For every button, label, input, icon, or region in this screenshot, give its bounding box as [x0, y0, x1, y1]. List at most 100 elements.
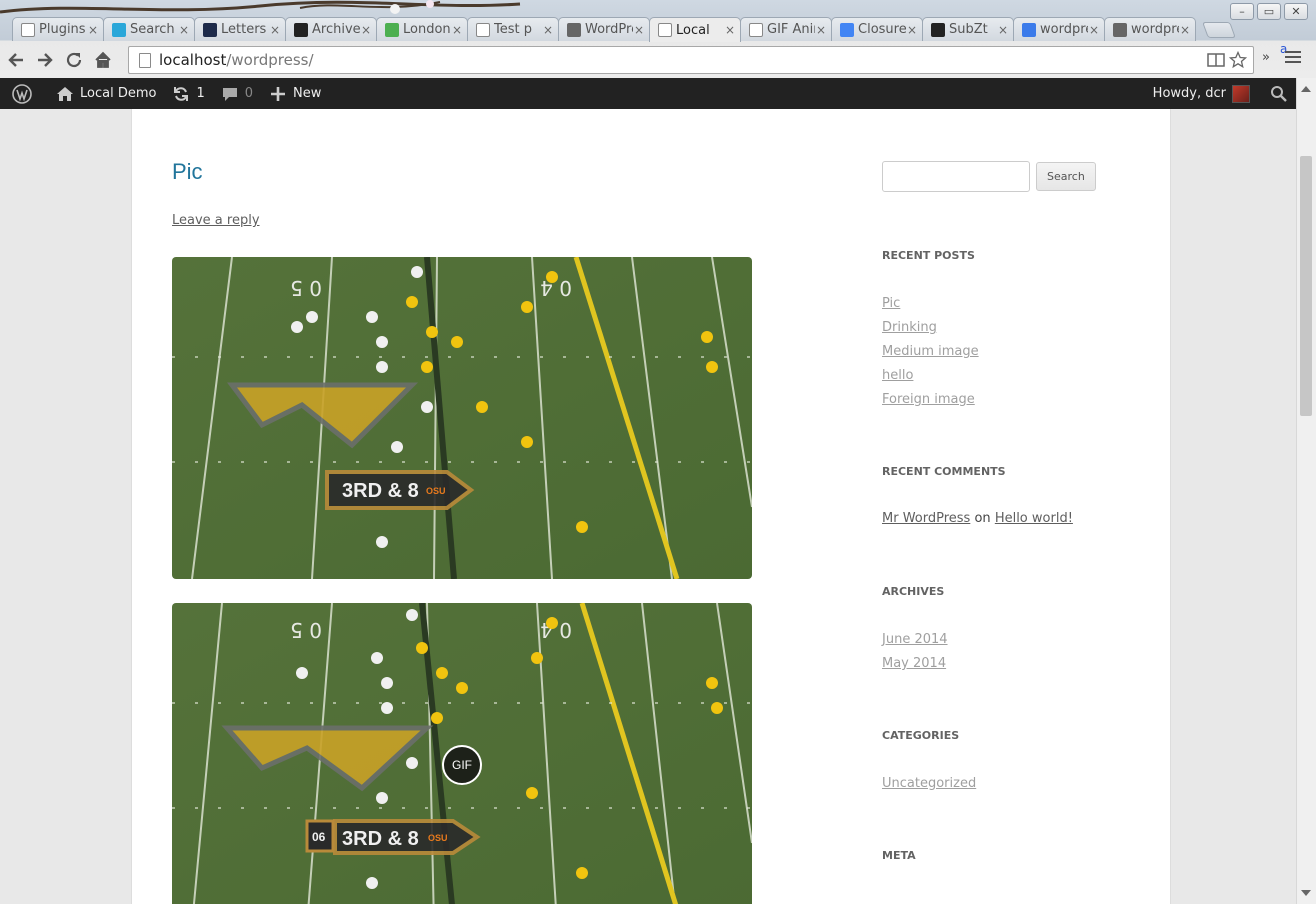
browser-tab[interactable]: Archive ×: [285, 17, 377, 41]
browser-tab-active[interactable]: Local ×: [649, 17, 741, 42]
recent-post-link[interactable]: Pic: [882, 296, 900, 311]
tab-title: GIF Animator: [767, 22, 815, 37]
search-widget: Search: [882, 161, 1102, 192]
address-bar[interactable]: localhost/wordpress/: [128, 46, 1254, 74]
archive-link[interactable]: June 2014: [882, 632, 948, 647]
sidebar: Search RECENT POSTS Pic Drinking Medium im…: [882, 161, 1102, 862]
updates-link[interactable]: 1: [164, 78, 212, 109]
tab-close-icon[interactable]: ×: [542, 23, 554, 37]
tab-title: London: [403, 22, 451, 37]
ai-icon: [112, 22, 126, 37]
reader-mode-icon[interactable]: [1207, 51, 1225, 69]
tab-close-icon[interactable]: ×: [815, 23, 827, 37]
tab-close-icon[interactable]: ×: [451, 23, 463, 37]
maximize-button[interactable]: ▭: [1257, 3, 1281, 20]
tab-title: Local: [676, 22, 710, 38]
tab-close-icon[interactable]: ×: [269, 23, 281, 37]
tab-close-icon[interactable]: ×: [360, 23, 372, 37]
browser-tab[interactable]: WordPress×: [558, 17, 650, 41]
minimize-button[interactable]: –: [1230, 3, 1254, 20]
recent-post-link[interactable]: hello: [882, 368, 913, 383]
archives-list: June 2014 May 2014: [882, 631, 948, 679]
plus-icon: [271, 86, 286, 101]
wordpress-logo-button[interactable]: [0, 78, 40, 109]
archives-title: ARCHIVES: [882, 585, 945, 598]
browser-tab[interactable]: Letters ×: [194, 17, 286, 41]
site-name-link[interactable]: Local Demo: [48, 78, 164, 109]
post-title-link[interactable]: Pic: [172, 159, 203, 185]
wp-admin-bar: Local Demo 1 0 New Howdy, dcr: [0, 78, 1296, 109]
tab-strip: Plugins × Search × Letters × Archive × London × Te…: [12, 17, 1236, 42]
svg-text:0 5: 0 5: [290, 618, 322, 642]
comments-link[interactable]: 0: [213, 78, 261, 109]
bookmark-star-icon[interactable]: [1229, 51, 1247, 69]
svg-text:OSU: OSU: [428, 833, 448, 843]
reload-button[interactable]: [61, 47, 87, 73]
tab-close-icon[interactable]: ×: [1179, 23, 1191, 37]
recent-post-link[interactable]: Drinking: [882, 320, 937, 335]
post-image-2-gif[interactable]: 0 5 0 4 06 3RD & 8 OSU GIF: [172, 603, 752, 904]
comment-post-link[interactable]: Hello world!: [995, 511, 1073, 526]
browser-tab[interactable]: Plugins ×: [12, 17, 104, 41]
category-link[interactable]: Uncategorized: [882, 776, 976, 791]
recent-post-link[interactable]: Foreign image: [882, 392, 975, 407]
sidebar-search-input[interactable]: [882, 161, 1030, 192]
browser-tab[interactable]: wordpress×: [1104, 17, 1196, 41]
tab-close-icon[interactable]: ×: [997, 23, 1009, 37]
browser-tab[interactable]: Search ×: [103, 17, 195, 41]
browser-tab[interactable]: Test p ×: [467, 17, 559, 41]
site-page: Pic Leave a reply 0 5 0 4 3RD & 8 OSU 0 …: [131, 109, 1171, 904]
list-item: June 2014: [882, 631, 948, 655]
home-button[interactable]: [90, 47, 116, 73]
scroll-down-arrow-icon[interactable]: [1301, 890, 1311, 896]
tab-close-icon[interactable]: ×: [633, 23, 645, 37]
tab-close-icon[interactable]: ×: [87, 23, 99, 37]
scroll-thumb[interactable]: [1300, 156, 1312, 416]
wordpress-logo-icon: [12, 83, 32, 104]
scroll-up-arrow-icon[interactable]: [1301, 86, 1311, 92]
football-field-image: 0 5 0 4 3RD & 8 OSU: [172, 257, 752, 579]
browser-tab[interactable]: Closure ×: [831, 17, 923, 41]
browser-tab[interactable]: wordpress×: [1013, 17, 1105, 41]
back-arrow-icon: [8, 53, 23, 67]
svg-text:3RD & 8: 3RD & 8: [342, 480, 419, 502]
leave-reply-link[interactable]: Leave a reply: [172, 213, 260, 228]
extensions-overflow-button[interactable]: »: [1262, 50, 1270, 65]
recent-comment-item: Mr WordPress on Hello world!: [882, 511, 1073, 526]
sidebar-search-button[interactable]: Search: [1036, 162, 1096, 191]
forward-button[interactable]: [32, 47, 58, 73]
gif-play-badge[interactable]: GIF: [442, 745, 482, 785]
back-button[interactable]: [3, 47, 29, 73]
tab-title: SubZt: [949, 22, 988, 37]
archive-link[interactable]: May 2014: [882, 656, 946, 671]
browser-tab[interactable]: London ×: [376, 17, 468, 41]
window-controls: – ▭ ✕: [1230, 3, 1308, 20]
new-tab-button[interactable]: [1202, 22, 1236, 38]
admin-bar-search-button[interactable]: [1258, 78, 1296, 109]
tab-title: Archive: [312, 22, 360, 37]
comment-author-link[interactable]: Mr WordPress: [882, 511, 970, 526]
browser-tab[interactable]: SubZt ×: [922, 17, 1014, 41]
meta-title: META: [882, 849, 916, 862]
reload-icon: [66, 52, 82, 68]
post-image-1[interactable]: 0 5 0 4 3RD & 8 OSU: [172, 257, 752, 579]
tab-close-icon[interactable]: ×: [724, 23, 736, 37]
comments-count: 0: [244, 86, 254, 101]
tab-close-icon[interactable]: ×: [178, 23, 190, 37]
browser-menu-icon[interactable]: [1285, 51, 1301, 65]
my-account-link[interactable]: Howdy, dcr: [1145, 78, 1258, 109]
tab-title: wordpress: [1131, 22, 1179, 37]
page-scrollbar[interactable]: [1296, 78, 1316, 904]
tab-close-icon[interactable]: ×: [1088, 23, 1100, 37]
list-item: hello: [882, 367, 979, 391]
tab-close-icon[interactable]: ×: [906, 23, 918, 37]
browser-tab[interactable]: GIF Animator×: [740, 17, 832, 41]
close-window-button[interactable]: ✕: [1284, 3, 1308, 20]
recent-post-link[interactable]: Medium image: [882, 344, 979, 359]
wordpress-icon: [567, 22, 581, 37]
list-item: Uncategorized: [882, 775, 976, 799]
google-search-icon: [1022, 22, 1036, 37]
browser-chrome: – ▭ ✕ Plugins × Search × Letters × Archive × Lon…: [0, 0, 1316, 78]
new-content-link[interactable]: New: [261, 78, 329, 109]
tab-title: WordPress: [585, 22, 633, 37]
